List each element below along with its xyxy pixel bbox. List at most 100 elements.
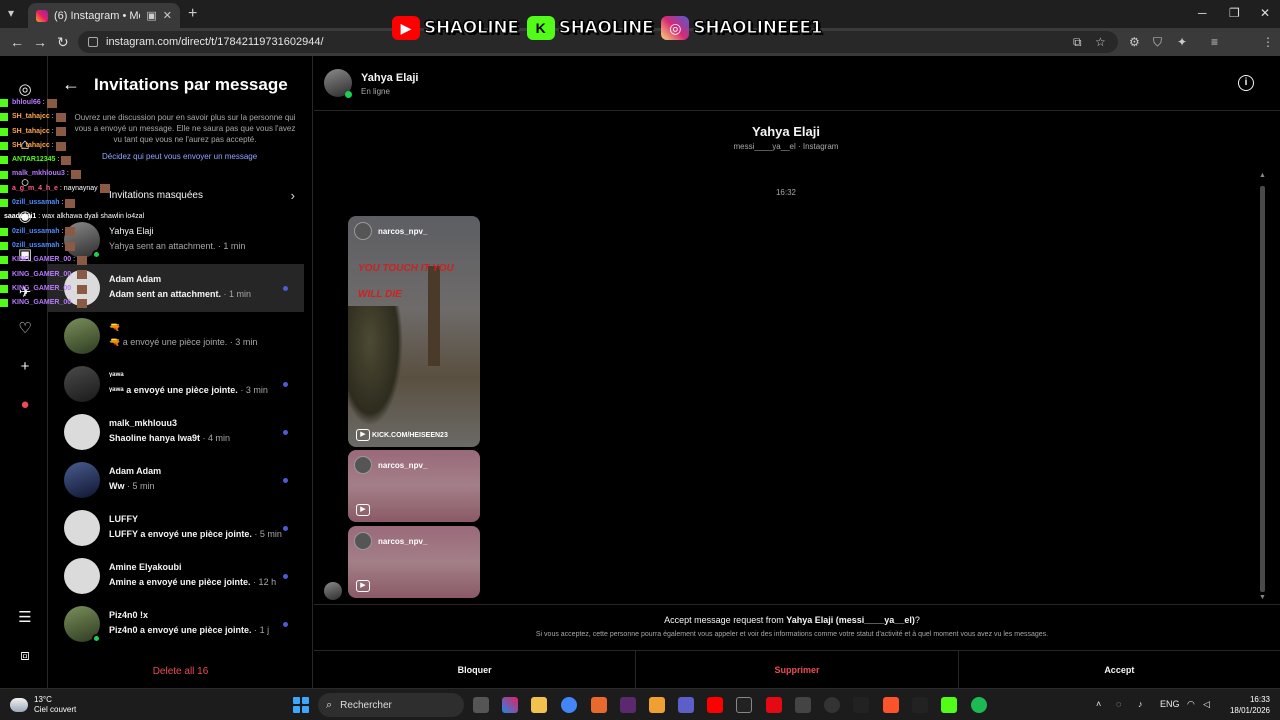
notifications-heart-icon[interactable]: ♡ — [16, 320, 34, 338]
close-tab-icon[interactable]: ✕ — [163, 9, 172, 22]
brave-icon[interactable] — [883, 697, 899, 713]
reel-author: narcos_npv_ — [378, 226, 428, 236]
tray-overflow-icon[interactable]: ˄ — [1096, 699, 1101, 709]
reload-icon[interactable]: ↻ — [57, 34, 69, 51]
microphone-icon[interactable]: ♪ — [1138, 699, 1143, 709]
app-icon[interactable] — [620, 697, 636, 713]
new-tab-button[interactable]: + — [188, 5, 197, 23]
instagram-favicon-icon — [36, 9, 48, 22]
reel-message[interactable]: narcos_npv_ ▶ — [348, 526, 480, 598]
chat-badge-icon — [0, 142, 8, 151]
media-icon[interactable]: ▣ — [146, 9, 156, 22]
chat-emote-icon — [99, 184, 110, 194]
reel-header: narcos_npv_ — [354, 456, 427, 474]
app-icon[interactable] — [824, 697, 840, 713]
profile-subtitle: messi____ya__el · Instagram — [733, 142, 839, 151]
app-icon[interactable] — [591, 697, 607, 713]
clock-time: 16:33 — [1249, 695, 1270, 704]
back-icon[interactable]: ← — [10, 34, 24, 50]
language-indicator[interactable]: ENG — [1160, 699, 1180, 709]
task-view-icon[interactable] — [473, 697, 489, 713]
conversation-row[interactable]: Amine Elyakoubi Amine a envoyé une pièce … — [48, 552, 304, 600]
youtube-icon[interactable] — [707, 697, 723, 713]
taskbar-search[interactable]: ⌕ Rechercher — [318, 693, 464, 717]
system-clock[interactable]: 16:33 18/01/2026 — [1226, 694, 1270, 716]
volume-icon[interactable]: ◁ — [1203, 699, 1210, 710]
conversation-row[interactable]: malk_mkhlouu3 Shaoline hanya lwa9t · 4 mi… — [48, 408, 304, 456]
profile-icon[interactable]: ● — [16, 396, 34, 414]
scroll-down-icon[interactable]: ▼ — [1259, 594, 1266, 601]
create-plus-icon[interactable]: + — [16, 358, 34, 376]
delete-all-button[interactable]: Delete all 16 — [48, 666, 313, 677]
conversation-name: Adam Adam — [109, 274, 162, 284]
sender-avatar — [324, 582, 342, 600]
conversation-row[interactable]: 🔫 🔫 a envoyé une pièce jointe. · 3 min — [48, 312, 304, 360]
conversation-preview: Amine a envoyé une pièce jointe. · 12 h — [109, 577, 276, 587]
extensions-puzzle-icon[interactable]: ✦ — [1177, 35, 1187, 49]
chat-username: KING_GAMER_00 — [12, 299, 72, 307]
weather-condition: Ciel couvert — [34, 705, 77, 714]
delete-button[interactable]: Supprimer — [636, 651, 959, 688]
scroll-up-icon[interactable]: ▲ — [1259, 172, 1266, 179]
shield-extension-icon[interactable]: ⛉ — [1153, 35, 1162, 50]
conversation-message: Amine a envoyé une pièce jointe. — [109, 577, 251, 587]
app-icon[interactable] — [941, 697, 957, 713]
wifi-icon[interactable]: ◠ — [1187, 699, 1195, 710]
reel-message[interactable]: narcos_npv_ ▶ — [348, 450, 480, 522]
conversation-info-icon[interactable]: i — [1238, 75, 1254, 91]
netflix-icon[interactable] — [766, 697, 782, 713]
stream-chat-line: KING_GAMER_00: — [0, 253, 110, 267]
conversation-preview: Yahya sent an attachment. · 1 min — [109, 241, 245, 251]
chat-badge-icon — [0, 184, 8, 193]
who-can-message-link[interactable]: Décidez qui peut vous envoyer un message — [102, 152, 257, 161]
install-app-icon[interactable]: ⧉ — [1073, 35, 1082, 50]
chat-username: SH_tahajcc — [12, 127, 50, 135]
app-icon[interactable] — [795, 697, 811, 713]
conversation-name: Piz4n0 !x — [109, 610, 149, 620]
accept-button[interactable]: Accept — [959, 651, 1280, 688]
app-icon[interactable] — [736, 697, 752, 713]
start-button-icon[interactable] — [293, 697, 309, 713]
conversation-row[interactable]: Piz4n0 !x Piz4n0 a envoyé une pièce joint… — [48, 600, 304, 648]
chat-username: 0zill_ussamah — [12, 241, 60, 249]
app-icon[interactable] — [912, 697, 928, 713]
stream-chat-line: KING_GAMER_00: — [0, 296, 110, 310]
bookmark-star-icon[interactable]: ☆ — [1095, 35, 1106, 49]
conversation-row[interactable]: ᵞᵃʷᵃ ᵞᵃʷᵃ a envoyé une pièce jointe. · 3 … — [48, 360, 304, 408]
tab-search-icon[interactable]: ▾ — [8, 6, 14, 20]
chat-emote-icon — [77, 255, 88, 265]
tray-app-icon[interactable]: ◌ — [1116, 699, 1121, 709]
app-icon[interactable] — [853, 697, 869, 713]
apps-icon[interactable]: ⧈ — [16, 647, 34, 665]
chrome-icon[interactable] — [561, 697, 577, 713]
menu-icon[interactable]: ☰ — [16, 609, 34, 627]
minimize-icon[interactable]: ─ — [1198, 6, 1207, 20]
chat-header-name[interactable]: Yahya Elaji — [361, 72, 418, 84]
chat-scrollbar[interactable] — [1260, 186, 1265, 592]
chat-emote-icon — [77, 284, 88, 294]
reel-message[interactable]: narcos_npv_ YOU TOUCH IT YOU WILL DIE ▶ … — [348, 216, 480, 447]
copilot-icon[interactable] — [502, 697, 518, 713]
reel-header: narcos_npv_ — [354, 532, 427, 550]
reading-list-icon[interactable]: ≡ — [1211, 35, 1218, 49]
teams-icon[interactable] — [678, 697, 694, 713]
chat-text: : — [66, 170, 69, 178]
close-window-icon[interactable]: ✕ — [1260, 6, 1270, 20]
weather-widget[interactable]: 13°C Ciel couvert — [10, 695, 76, 715]
stream-chat-line: 0zill_ussamah: — [0, 196, 110, 210]
file-explorer-icon[interactable] — [531, 697, 547, 713]
spotify-icon[interactable] — [971, 697, 987, 713]
block-button[interactable]: Bloquer — [314, 651, 637, 688]
site-info-icon[interactable] — [88, 37, 98, 47]
chat-username: saadnini1 — [4, 213, 37, 221]
app-icon[interactable] — [649, 697, 665, 713]
more-menu-icon[interactable]: ⋮ — [1262, 35, 1274, 49]
browser-tab[interactable]: (6) Instagram • Messages ▣ ✕ — [28, 3, 180, 28]
back-arrow-icon[interactable]: ← — [62, 74, 80, 95]
maximize-icon[interactable]: ❐ — [1229, 6, 1240, 20]
conversation-name: 🔫 — [109, 322, 121, 332]
conversation-row[interactable]: Adam Adam Ww · 5 min — [48, 456, 304, 504]
extension-icon[interactable]: ⚙ — [1129, 35, 1140, 49]
forward-icon[interactable]: → — [33, 34, 47, 50]
conversation-row[interactable]: LUFFY LUFFY a envoyé une pièce jointe. · … — [48, 504, 304, 552]
